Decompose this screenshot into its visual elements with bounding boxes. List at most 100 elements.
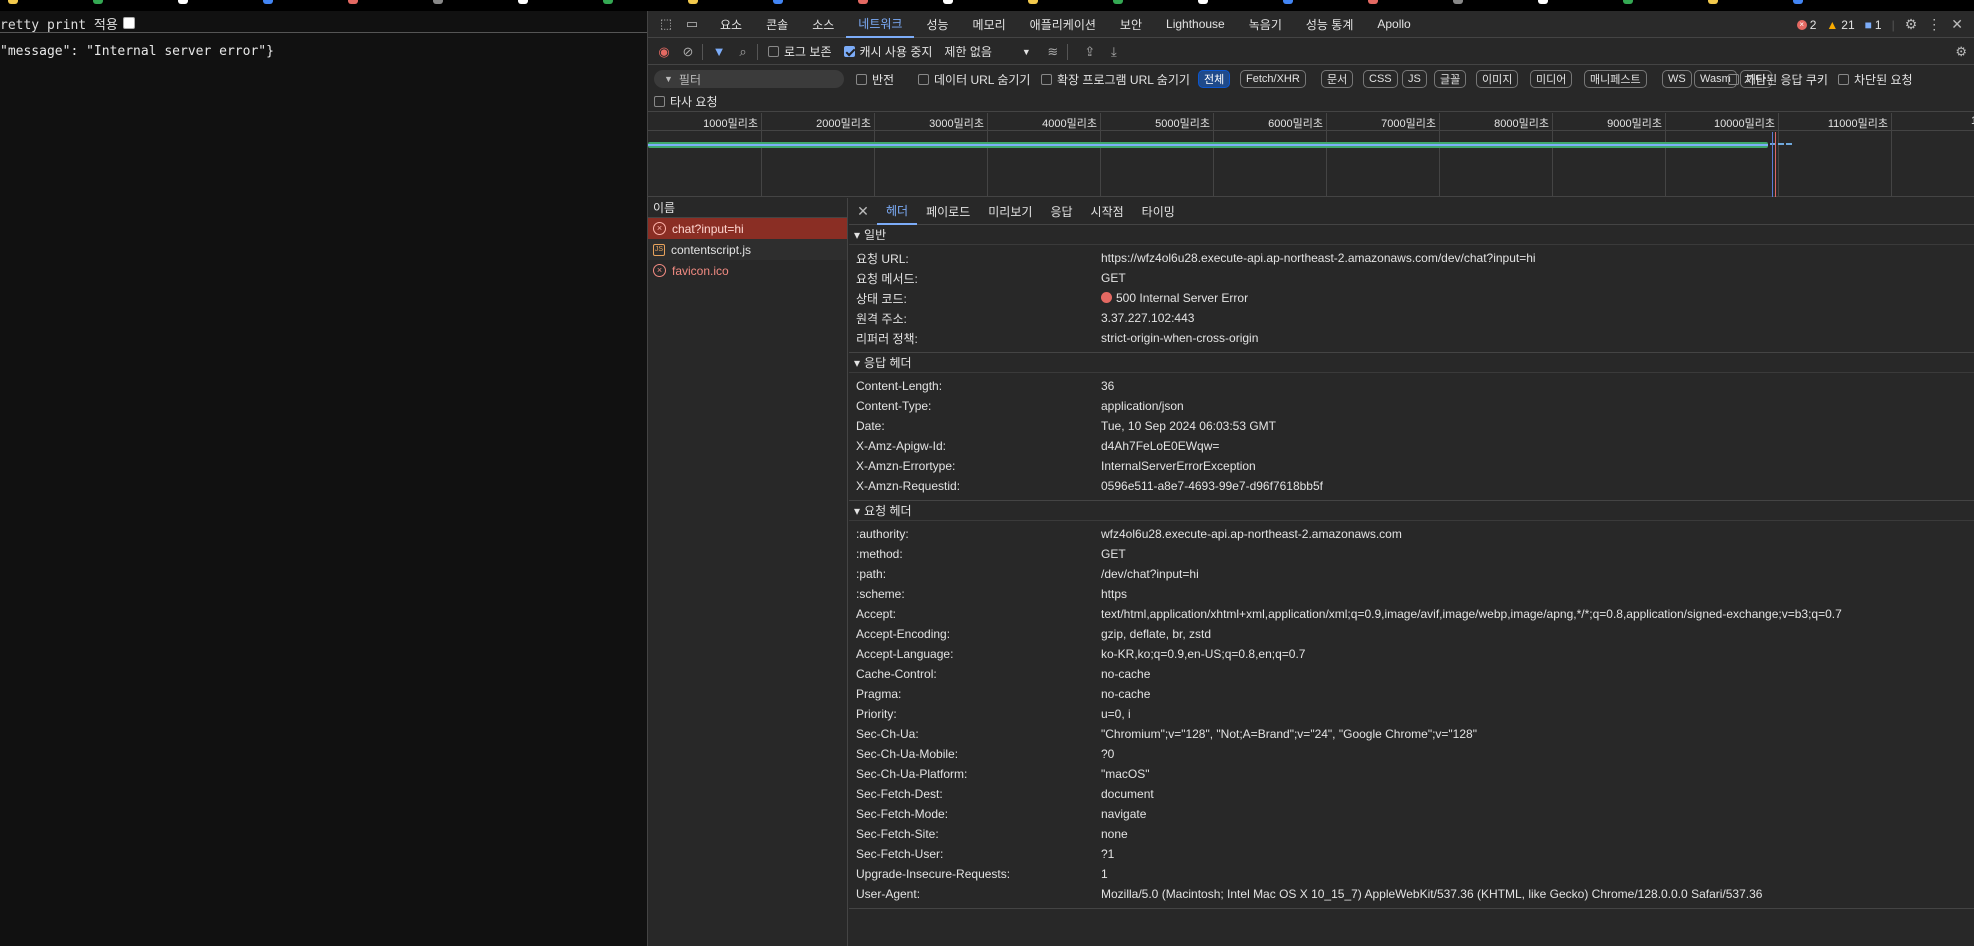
more-options-icon[interactable]: ⋮ [1927,16,1941,33]
network-conditions-icon[interactable]: ≋ [1045,44,1061,60]
device-toolbar-icon[interactable]: ▭ [684,16,700,32]
third-party-checkbox[interactable]: 타사 요청 [654,93,718,110]
tab-11[interactable]: Apollo [1365,11,1422,38]
tab-0[interactable]: 요소 [708,11,754,38]
header-row: Sec-Fetch-Mode: navigate [849,804,1974,824]
json-response-text: "message": "Internal server error"} [0,44,274,59]
collapse-triangle-icon: ▾ [854,227,861,242]
filter-type-0[interactable]: 전체 [1198,70,1231,88]
header-value: ?0 [1101,747,1115,761]
checkbox-box[interactable] [768,46,779,57]
blocked-cookies-checkbox[interactable]: 차단된 응답 쿠키 [1728,71,1828,88]
stop-recording-icon[interactable]: ◉ [656,44,672,60]
warning-count: 21 [1841,17,1855,32]
request-headers-section-header[interactable]: ▾ 요청 헤더 [849,501,1974,521]
header-name: Sec-Fetch-Mode: [856,807,949,821]
detail-tab-2[interactable]: 미리보기 [979,198,1041,225]
warning-count-badge[interactable]: ▲ 21 [1826,18,1854,32]
close-icon[interactable]: ✕ [849,203,877,220]
pretty-print-checkbox[interactable] [122,17,135,29]
preserve-log-checkbox[interactable]: 로그 보존 [768,43,832,60]
pretty-print-toggle[interactable]: retty print 적용 [0,13,135,33]
disable-cache-checkbox[interactable]: 캐시 사용 중지 [843,43,932,60]
network-settings-icon[interactable]: ⚙ [1955,44,1967,60]
hide-extension-urls-checkbox[interactable]: 확장 프로그램 URL 숨기기 [1041,71,1190,88]
request-name: chat?input=hi [672,221,744,236]
header-value: ko-KR,ko;q=0.9,en-US;q=0.8,en;q=0.7 [1101,647,1306,661]
filter-input[interactable]: ▼ 필터 [654,70,844,88]
filter-type-9[interactable]: WS [1662,70,1692,88]
detail-tab-0[interactable]: 헤더 [877,198,918,225]
tab-10[interactable]: 성능 통계 [1294,11,1366,38]
filter-funnel-icon[interactable]: ▼ [711,44,727,60]
detail-tab-1[interactable]: 페이로드 [917,198,979,225]
header-value: 3.37.227.102:443 [1101,311,1195,325]
timeline-tick: 4000밀리초 [1042,113,1101,197]
bookmark-favicon [1028,0,1038,4]
message-count-badge[interactable]: ■ 1 [1865,18,1882,32]
inspect-element-icon[interactable]: ⬚ [658,16,674,32]
tab-5[interactable]: 메모리 [961,11,1018,38]
header-name: Priority: [856,707,897,721]
request-row-contentscript[interactable]: JS contentscript.js [648,239,847,260]
header-row: Accept: text/html,application/xhtml+xml,a… [849,604,1974,624]
timeline-tick: 8000밀리초 [1494,113,1553,197]
request-row-favicon[interactable]: × favicon.ico [648,260,847,281]
clear-icon[interactable]: ⊘ [680,44,696,60]
tab-2[interactable]: 소스 [800,11,846,38]
tab-8[interactable]: Lighthouse [1154,11,1237,38]
filter-type-4[interactable]: JS [1402,70,1427,88]
filter-type-3[interactable]: CSS [1363,70,1398,88]
request-row-chat[interactable]: × chat?input=hi [648,218,847,239]
close-devtools-icon[interactable]: ✕ [1951,16,1963,33]
tab-1[interactable]: 콘솔 [754,11,800,38]
settings-gear-icon[interactable]: ⚙ [1905,16,1918,33]
blocked-requests-checkbox[interactable]: 차단된 요청 [1838,71,1913,88]
devtools-panel: ⬚ ▭ 요소 콘솔 소스 네트워크 성능 메모리 애플리케이션 보안 Lighthouse 녹음기… [647,11,1974,946]
header-row: Upgrade-Insecure-Requests: 1 [849,864,1974,884]
header-name: 리퍼러 정책: [856,331,918,346]
error-icon: × [1796,19,1807,30]
error-icon: × [653,264,666,277]
detail-tabs: 헤더 페이로드 미리보기 응답 시작점 타이밍 [877,198,1184,225]
filter-type-5[interactable]: 글꼴 [1434,70,1467,88]
filter-type-6[interactable]: 이미지 [1476,70,1519,88]
filter-type-8[interactable]: 매니페스트 [1584,70,1647,88]
throttle-select[interactable]: 제한 없음 ▼ [944,43,1030,60]
invert-checkbox[interactable]: 반전 [856,71,894,88]
detail-tab-3[interactable]: 응답 [1041,198,1081,225]
filter-type-7[interactable]: 미디어 [1530,70,1573,88]
tab-6[interactable]: 애플리케이션 [1018,11,1108,38]
import-har-icon[interactable]: ⇪ [1082,44,1098,60]
response-headers-section-header[interactable]: ▾ 응답 헤더 [849,353,1974,373]
section-title: 응답 헤더 [864,356,912,370]
header-row: Sec-Fetch-Dest: document [849,784,1974,804]
network-timeline[interactable]: 1000밀리초 2000밀리초 3000밀리초 4000밀리초 5000밀리초 6000밀… [648,113,1974,197]
filter-type-1[interactable]: Fetch/XHR [1240,70,1306,88]
tab-3[interactable]: 네트워크 [846,11,915,38]
header-value: "Chromium";v="128", "Not;A=Brand";v="24"… [1101,727,1477,741]
header-row: Pragma: no-cache [849,684,1974,704]
header-row: Content-Length: 36 [849,376,1974,396]
filter-icon: ▼ [664,74,673,84]
header-row: Cache-Control: no-cache [849,664,1974,684]
hide-data-urls-checkbox[interactable]: 데이터 URL 숨기기 [918,71,1030,88]
filter-type-2[interactable]: 문서 [1321,70,1354,88]
tab-7[interactable]: 보안 [1108,11,1154,38]
general-section-header[interactable]: ▾ 일반 [849,225,1974,245]
search-icon[interactable]: ⌕ [735,44,751,60]
bookmark-favicon [433,0,443,4]
detail-tab-5[interactable]: 타이밍 [1133,198,1184,225]
bookmark-favicon [858,0,868,4]
checkbox-box[interactable] [843,46,855,57]
detail-tab-4[interactable]: 시작점 [1082,198,1133,225]
tab-4[interactable]: 성능 [914,11,960,38]
error-count-badge[interactable]: × 2 [1796,18,1816,32]
bookmark-favicon [1368,0,1378,4]
export-har-icon[interactable]: ⤓ [1106,44,1122,60]
tab-9[interactable]: 녹음기 [1237,11,1294,38]
request-list-header[interactable]: 이름 [648,198,847,218]
header-value: /dev/chat?input=hi [1101,567,1199,581]
timeline-bar-blue [648,144,1768,146]
timeline-bar-tail [1770,143,1792,146]
